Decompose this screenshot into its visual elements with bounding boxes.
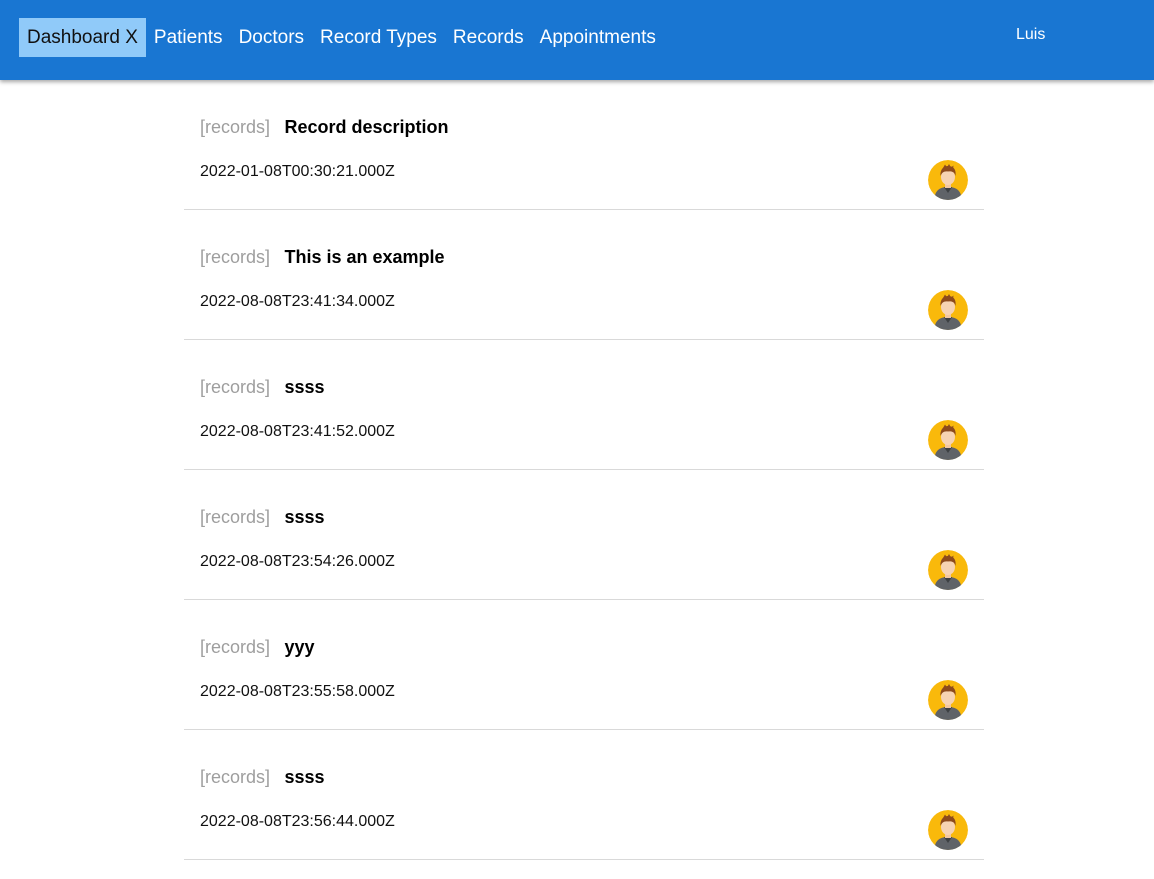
user-avatar-icon bbox=[928, 680, 968, 720]
record-type-tag: [records] bbox=[200, 507, 271, 527]
nav-item-patients[interactable]: Patients bbox=[146, 18, 231, 57]
records-list: [records] Record description 2022-01-08T… bbox=[184, 80, 984, 860]
list-item[interactable]: [records] Record description 2022-01-08T… bbox=[184, 80, 984, 210]
list-item[interactable]: [records] yyy 2022-08-08T23:55:58.000Z bbox=[184, 600, 984, 730]
record-heading: [records] This is an example bbox=[200, 246, 445, 270]
list-item[interactable]: [records] ssss 2022-08-08T23:56:44.000Z bbox=[184, 730, 984, 860]
record-type-tag: [records] bbox=[200, 377, 271, 397]
record-date: 2022-08-08T23:41:34.000Z bbox=[200, 293, 395, 310]
list-item[interactable]: [records] ssss 2022-08-08T23:54:26.000Z bbox=[184, 470, 984, 600]
nav-menu: Dashboard X Patients Doctors Record Type… bbox=[19, 18, 664, 57]
record-type-tag: [records] bbox=[200, 767, 271, 787]
nav-item-records[interactable]: Records bbox=[445, 18, 532, 57]
record-description: ssss bbox=[284, 377, 325, 397]
record-heading: [records] Record description bbox=[200, 116, 449, 140]
nav-item-dashboard[interactable]: Dashboard X bbox=[19, 18, 146, 57]
record-date: 2022-08-08T23:55:58.000Z bbox=[200, 683, 395, 700]
user-avatar-icon bbox=[928, 550, 968, 590]
user-avatar-icon bbox=[928, 160, 968, 200]
nav-item-record-types[interactable]: Record Types bbox=[312, 18, 445, 57]
record-description: This is an example bbox=[284, 247, 445, 267]
user-avatar-icon bbox=[928, 290, 968, 330]
record-heading: [records] ssss bbox=[200, 376, 325, 400]
record-type-tag: [records] bbox=[200, 117, 271, 137]
record-heading: [records] yyy bbox=[200, 636, 315, 660]
record-description: Record description bbox=[284, 117, 449, 137]
record-heading: [records] ssss bbox=[200, 506, 325, 530]
record-type-tag: [records] bbox=[200, 637, 271, 657]
record-date: 2022-08-08T23:54:26.000Z bbox=[200, 553, 395, 570]
record-date: 2022-01-08T00:30:21.000Z bbox=[200, 163, 395, 180]
nav-item-doctors[interactable]: Doctors bbox=[231, 18, 312, 57]
record-heading: [records] ssss bbox=[200, 766, 325, 790]
record-description: yyy bbox=[284, 637, 315, 657]
list-item[interactable]: [records] This is an example 2022-08-08T… bbox=[184, 210, 984, 340]
list-item[interactable]: [records] ssss 2022-08-08T23:41:52.000Z bbox=[184, 340, 984, 470]
user-menu[interactable]: Luis bbox=[1016, 24, 1045, 46]
user-avatar-icon bbox=[928, 810, 968, 850]
top-navbar: Dashboard X Patients Doctors Record Type… bbox=[0, 0, 1154, 80]
user-avatar-icon bbox=[928, 420, 968, 460]
record-description: ssss bbox=[284, 507, 325, 527]
record-date: 2022-08-08T23:56:44.000Z bbox=[200, 813, 395, 830]
nav-item-appointments[interactable]: Appointments bbox=[532, 18, 664, 57]
record-description: ssss bbox=[284, 767, 325, 787]
record-date: 2022-08-08T23:41:52.000Z bbox=[200, 423, 395, 440]
record-type-tag: [records] bbox=[200, 247, 271, 267]
